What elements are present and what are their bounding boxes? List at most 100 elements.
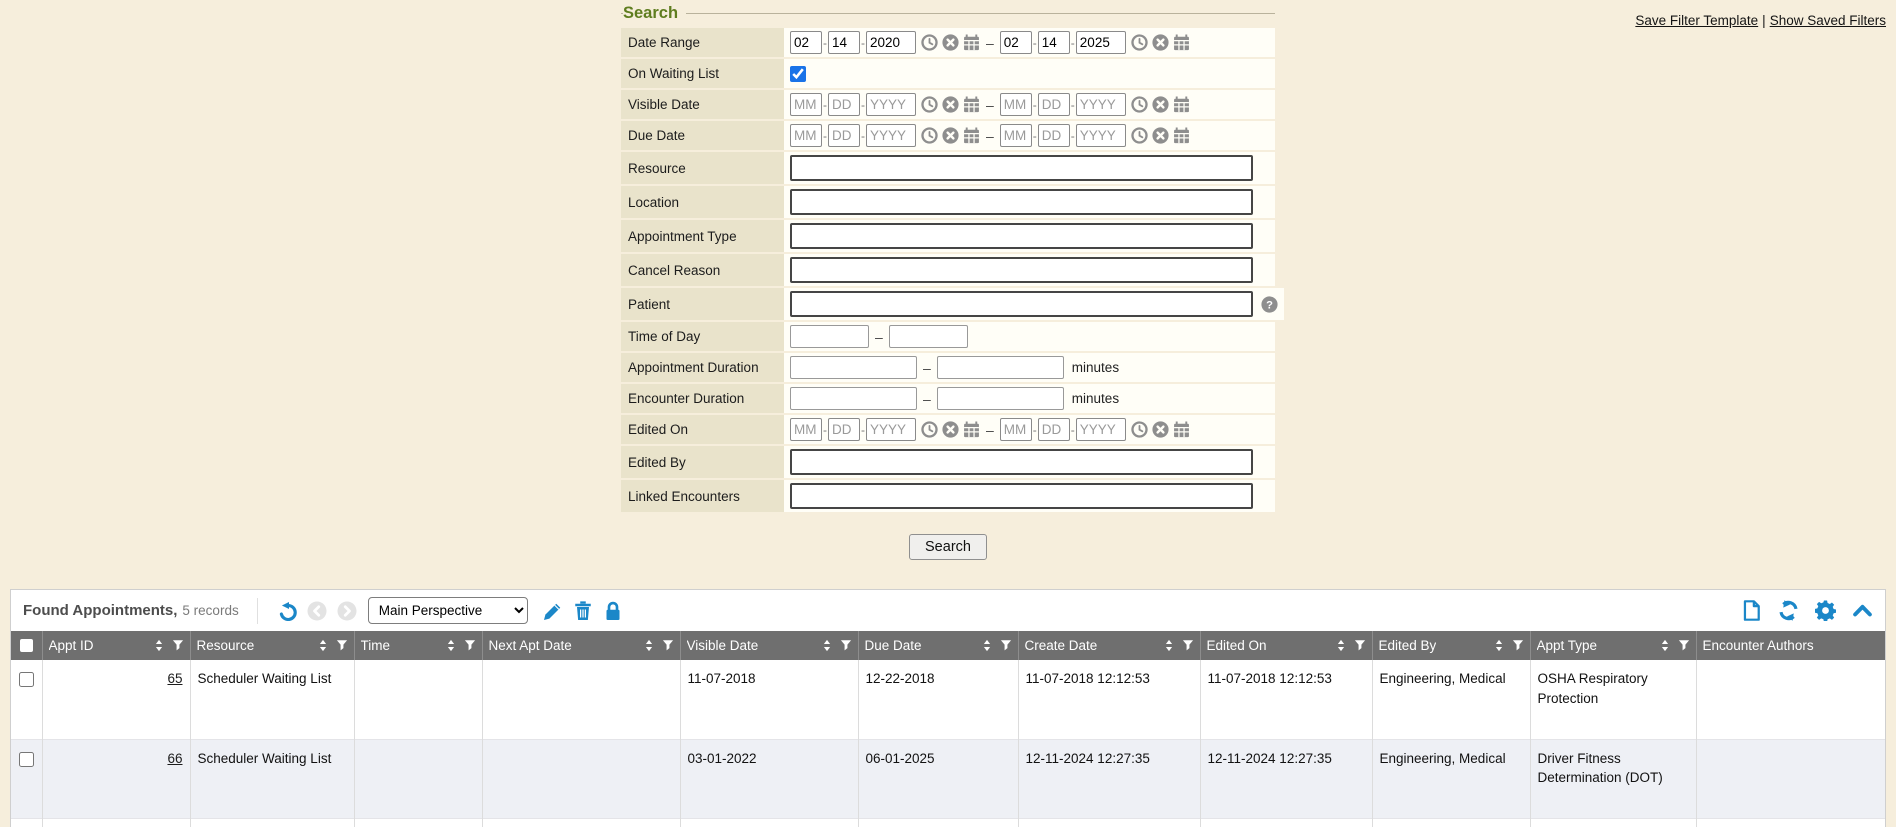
sort-icon[interactable] — [821, 639, 833, 652]
date-range-to-month-input[interactable] — [1000, 31, 1032, 54]
due-date-from-year-input[interactable] — [866, 124, 916, 147]
appointment-duration-to-input[interactable] — [937, 356, 1064, 379]
clear-date-icon[interactable] — [1152, 127, 1169, 144]
due-date-to-day-input[interactable] — [1038, 124, 1070, 147]
due-date-to-month-input[interactable] — [1000, 124, 1032, 147]
sort-icon[interactable] — [1659, 639, 1671, 652]
show-saved-filters-link[interactable]: Show Saved Filters — [1770, 13, 1886, 28]
next-page-button[interactable] — [337, 601, 357, 621]
appt-id-link[interactable]: 65 — [167, 671, 182, 686]
clock-icon[interactable] — [1131, 96, 1148, 113]
appt-id-link[interactable]: 66 — [167, 751, 182, 766]
patient-input[interactable] — [790, 291, 1253, 317]
clock-icon[interactable] — [1131, 34, 1148, 51]
refresh-button[interactable] — [1778, 600, 1799, 621]
edited-by-input[interactable] — [790, 449, 1253, 475]
on-waiting-list-checkbox[interactable] — [790, 66, 806, 82]
date-range-from-month-input[interactable] — [790, 31, 822, 54]
edited-on-to-year-input[interactable] — [1076, 418, 1126, 441]
clock-icon[interactable] — [1131, 421, 1148, 438]
clear-date-icon[interactable] — [1152, 96, 1169, 113]
row-checkbox[interactable] — [19, 672, 34, 687]
export-button[interactable] — [1741, 600, 1762, 621]
cancel-reason-input[interactable] — [790, 257, 1253, 283]
visible-date-to-month-input[interactable] — [1000, 93, 1032, 116]
date-range-from-year-input[interactable] — [866, 31, 916, 54]
delete-perspective-button[interactable] — [573, 601, 593, 621]
sort-icon[interactable] — [1493, 639, 1505, 652]
date-range-to-day-input[interactable] — [1038, 31, 1070, 54]
edited-on-to-month-input[interactable] — [1000, 418, 1032, 441]
sort-icon[interactable] — [153, 639, 165, 652]
calendar-icon[interactable] — [1173, 421, 1190, 438]
save-filter-template-link[interactable]: Save Filter Template — [1635, 13, 1758, 28]
linked-encounters-input[interactable] — [790, 483, 1253, 509]
encounter-duration-from-input[interactable] — [790, 387, 917, 410]
filter-funnel-icon[interactable] — [1512, 639, 1524, 652]
visible-date-to-year-input[interactable] — [1076, 93, 1126, 116]
filter-funnel-icon[interactable] — [1182, 639, 1194, 652]
filter-funnel-icon[interactable] — [336, 639, 348, 652]
filter-funnel-icon[interactable] — [464, 639, 476, 652]
visible-date-from-year-input[interactable] — [866, 93, 916, 116]
edited-on-to-day-input[interactable] — [1038, 418, 1070, 441]
clear-date-icon[interactable] — [1152, 421, 1169, 438]
edited-on-from-year-input[interactable] — [866, 418, 916, 441]
edited-on-from-day-input[interactable] — [828, 418, 860, 441]
sort-icon[interactable] — [643, 639, 655, 652]
perspective-select[interactable]: Main Perspective — [368, 597, 528, 624]
due-date-from-day-input[interactable] — [828, 124, 860, 147]
calendar-icon[interactable] — [1173, 127, 1190, 144]
clear-date-icon[interactable] — [942, 96, 959, 113]
due-date-to-year-input[interactable] — [1076, 124, 1126, 147]
filter-funnel-icon[interactable] — [1678, 639, 1690, 652]
encounter-duration-to-input[interactable] — [937, 387, 1064, 410]
calendar-icon[interactable] — [963, 421, 980, 438]
sort-icon[interactable] — [1163, 639, 1175, 652]
undo-button[interactable] — [277, 601, 297, 621]
calendar-icon[interactable] — [963, 34, 980, 51]
sort-icon[interactable] — [1335, 639, 1347, 652]
calendar-icon[interactable] — [1173, 34, 1190, 51]
clock-icon[interactable] — [921, 127, 938, 144]
clear-date-icon[interactable] — [942, 34, 959, 51]
calendar-icon[interactable] — [1173, 96, 1190, 113]
row-checkbox[interactable] — [19, 752, 34, 767]
filter-funnel-icon[interactable] — [840, 639, 852, 652]
lock-perspective-button[interactable] — [603, 601, 623, 621]
due-date-from-month-input[interactable] — [790, 124, 822, 147]
clock-icon[interactable] — [921, 96, 938, 113]
filter-funnel-icon[interactable] — [1354, 639, 1366, 652]
clock-icon[interactable] — [921, 34, 938, 51]
clear-date-icon[interactable] — [942, 421, 959, 438]
filter-funnel-icon[interactable] — [1000, 639, 1012, 652]
select-all-checkbox[interactable] — [20, 639, 33, 652]
visible-date-to-day-input[interactable] — [1038, 93, 1070, 116]
resource-input[interactable] — [790, 155, 1253, 181]
clear-date-icon[interactable] — [1152, 34, 1169, 51]
location-input[interactable] — [790, 189, 1253, 215]
visible-date-from-day-input[interactable] — [828, 93, 860, 116]
edited-on-from-month-input[interactable] — [790, 418, 822, 441]
clock-icon[interactable] — [921, 421, 938, 438]
appointment-type-input[interactable] — [790, 223, 1253, 249]
filter-funnel-icon[interactable] — [662, 639, 674, 652]
clear-date-icon[interactable] — [942, 127, 959, 144]
date-range-from-day-input[interactable] — [828, 31, 860, 54]
search-button[interactable]: Search — [909, 534, 987, 560]
filter-funnel-icon[interactable] — [172, 639, 184, 652]
calendar-icon[interactable] — [963, 96, 980, 113]
date-range-to-year-input[interactable] — [1076, 31, 1126, 54]
collapse-button[interactable] — [1852, 600, 1873, 621]
edit-perspective-button[interactable] — [543, 601, 563, 621]
visible-date-from-month-input[interactable] — [790, 93, 822, 116]
sort-icon[interactable] — [981, 639, 993, 652]
time-of-day-to-input[interactable] — [889, 325, 968, 348]
appointment-duration-from-input[interactable] — [790, 356, 917, 379]
time-of-day-from-input[interactable] — [790, 325, 869, 348]
clock-icon[interactable] — [1131, 127, 1148, 144]
help-icon[interactable] — [1261, 296, 1278, 313]
settings-button[interactable] — [1815, 600, 1836, 621]
sort-icon[interactable] — [317, 639, 329, 652]
calendar-icon[interactable] — [963, 127, 980, 144]
